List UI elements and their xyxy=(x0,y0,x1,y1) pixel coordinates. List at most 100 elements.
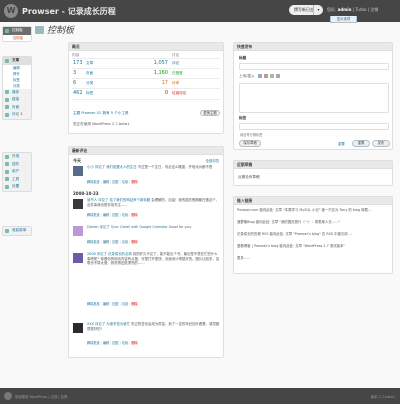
posts-label[interactable]: 文章 xyxy=(86,61,93,66)
reply-link[interactable]: 回复 xyxy=(112,302,118,306)
edit-link[interactable]: 编辑 xyxy=(103,341,109,345)
spam-count[interactable]: 0 xyxy=(146,90,168,96)
reset-link[interactable]: 重置 xyxy=(338,141,345,146)
recent-comments-box: 最新评论 今天 全部浏览 小小 评论了 我们老婆大人的生日 不过是一个生日，何必… xyxy=(68,146,224,358)
comment-heading-link[interactable]: XXX 评论了 为谁辛苦为谁忙 xyxy=(87,322,130,326)
sidebar-collapse-button[interactable]: 收起菜单 xyxy=(3,227,31,235)
sidebar-item-comments[interactable]: 评论 1 xyxy=(3,111,31,119)
title-label: 标题 xyxy=(239,56,247,60)
incoming-link-item[interactable]: 爱看博客 | Prowser's blog 链向此处: 文章 "WordPres… xyxy=(237,244,392,248)
chevron-down-icon[interactable]: ▾ xyxy=(313,5,323,15)
sidebar-sub-dashboard[interactable]: 控制板 xyxy=(3,34,31,41)
content-textarea[interactable] xyxy=(239,83,389,113)
spam-link[interactable]: 垃圾 xyxy=(122,240,128,244)
unapprove-link[interactable]: 解除批准 xyxy=(87,213,100,217)
pending-count[interactable]: 17 xyxy=(146,80,168,86)
appearance-icon xyxy=(5,154,9,159)
spam-link[interactable]: 垃圾 xyxy=(122,341,128,345)
delete-link[interactable]: 删除 xyxy=(131,341,137,345)
change-theme-button[interactable]: 更换主题 xyxy=(200,110,220,116)
recent-comments-title: 最新评论 xyxy=(72,148,88,153)
sidebar-item-posts[interactable]: 文章 xyxy=(3,57,31,65)
sidebar-item-plugins[interactable]: 插件 xyxy=(3,161,31,169)
turbo-link[interactable]: Turbo xyxy=(355,7,366,12)
comment-heading-link[interactable]: 读书人 评论了 给了我们的网站来个新标题 xyxy=(87,198,150,202)
tags-count[interactable]: 462 xyxy=(73,90,83,96)
delete-link[interactable]: 删除 xyxy=(131,302,137,306)
video-icon[interactable] xyxy=(264,74,268,78)
tags-input[interactable] xyxy=(239,123,389,130)
edit-link[interactable]: 编辑 xyxy=(103,240,109,244)
pages-label[interactable]: 页面 xyxy=(86,71,93,76)
tags-label[interactable]: 标签 xyxy=(86,91,93,96)
audio-icon[interactable] xyxy=(270,74,274,78)
edit-link[interactable]: 编辑 xyxy=(103,213,109,217)
delete-link[interactable]: 删除 xyxy=(131,180,137,184)
spam-label[interactable]: 垃圾评论 xyxy=(172,91,186,96)
comment-heading-link[interactable]: Darren 评论了 Sync Gmail with Google Calend… xyxy=(87,225,168,229)
sidebar-item-users[interactable]: 用户 xyxy=(3,168,31,176)
new-post-dropdown[interactable]: 撰写新日志 ▾ xyxy=(289,5,323,15)
incoming-link-item[interactable]: 记录成长的历程 RSS 链向此处: 文章 "Prowser's blog" 在 … xyxy=(237,232,392,236)
sidebar-item-pages[interactable]: 页面 xyxy=(3,104,31,112)
comments-count[interactable]: 1,057 xyxy=(146,60,168,66)
right-now-header[interactable]: 概况 xyxy=(69,43,223,51)
reply-link[interactable]: 回复 xyxy=(112,213,118,217)
site-title[interactable]: Prowser - 记录成长历程 xyxy=(22,6,116,17)
incoming-link-item[interactable]: 菠萝格Blog 链向此处: 文章 "我的国庆旅行（一）：带着家人去……" xyxy=(237,220,392,224)
spam-link[interactable]: 垃圾 xyxy=(122,180,128,184)
sidebar-item-appearance[interactable]: 外观 xyxy=(3,153,31,161)
categories-count[interactable]: 6 xyxy=(73,80,76,86)
title-input[interactable] xyxy=(239,63,389,70)
reply-link[interactable]: 回复 xyxy=(112,180,118,184)
screen-options-button[interactable]: 显示选项 xyxy=(330,16,357,23)
cancel-button[interactable]: 重置 xyxy=(352,140,370,147)
edit-link[interactable]: 编辑 xyxy=(103,302,109,306)
comment-heading-link[interactable]: 小小 评论了 我们老婆大人的生日 xyxy=(87,165,137,169)
sidebar-item-dashboard[interactable]: 控制板 xyxy=(3,27,31,35)
save-draft-button[interactable]: 保存草稿 xyxy=(239,140,261,147)
approved-count[interactable]: 1,160 xyxy=(146,70,168,76)
recent-comments-header[interactable]: 最新评论 xyxy=(69,147,223,155)
publish-button[interactable]: 发布 xyxy=(372,140,390,147)
approved-label[interactable]: 已批准 xyxy=(172,71,183,76)
sidebar-item-tools[interactable]: 工具 xyxy=(3,176,31,184)
unapprove-link[interactable]: 解除批准 xyxy=(87,180,100,184)
sidebar-item-label: 链接 xyxy=(12,97,20,101)
delete-link[interactable]: 删除 xyxy=(131,213,137,217)
reply-link[interactable]: 回复 xyxy=(112,341,118,345)
sidebar-item-label: 评论 xyxy=(12,112,20,116)
avatar xyxy=(73,166,83,176)
user-name-link[interactable]: admin xyxy=(338,7,352,12)
incoming-links-more[interactable]: 更多…… xyxy=(237,256,392,260)
categories-label[interactable]: 分类 xyxy=(86,81,93,86)
unapprove-link[interactable]: 解除批准 xyxy=(87,341,100,345)
sidebar-item-links[interactable]: 链接 xyxy=(3,96,31,104)
view-all-comments-link[interactable]: 全部浏览 xyxy=(205,158,219,163)
comments-label[interactable]: 评论 xyxy=(172,61,179,66)
wordpress-logo[interactable]: W xyxy=(4,4,18,18)
unapprove-link[interactable]: 解除批准 xyxy=(87,240,100,244)
delete-link[interactable]: 删除 xyxy=(131,240,137,244)
pending-label[interactable]: 待审 xyxy=(172,81,179,86)
unapprove-link[interactable]: 解除批准 xyxy=(87,302,100,306)
sidebar-item-settings[interactable]: 设置 xyxy=(3,183,31,191)
theme-info: 主题 Prowser 02 拥有 5 个小工具 xyxy=(73,111,129,115)
incoming-link-item[interactable]: Prowser.com 链向此处: 文章 "本周学习 MySQL 小记" 被一只… xyxy=(237,208,392,212)
logout-link[interactable]: 注销 xyxy=(370,7,378,12)
spam-link[interactable]: 垃圾 xyxy=(122,302,128,306)
quickpress-header[interactable]: 快速发布 xyxy=(234,43,392,51)
incoming-links-header[interactable]: 链入链接 xyxy=(234,197,392,205)
media-icon[interactable] xyxy=(276,74,280,78)
reply-link[interactable]: 回复 xyxy=(112,240,118,244)
sidebar-item-label: 设置 xyxy=(12,184,20,188)
image-icon[interactable] xyxy=(258,74,262,78)
sidebar-item-media[interactable]: 媒体 xyxy=(3,89,31,97)
pages-count[interactable]: 3 xyxy=(73,70,76,76)
spam-link[interactable]: 垃圾 xyxy=(122,213,128,217)
edit-link[interactable]: 编辑 xyxy=(103,180,109,184)
footer-thanks[interactable]: 感谢使用 WordPress | 文档 | 反馈 xyxy=(15,394,67,399)
posts-count[interactable]: 173 xyxy=(73,60,83,66)
comment-heading-link[interactable]: 2008 评论了 记录成长的点滴 xyxy=(87,252,132,256)
recent-drafts-header[interactable]: 近期草稿 xyxy=(234,161,392,169)
